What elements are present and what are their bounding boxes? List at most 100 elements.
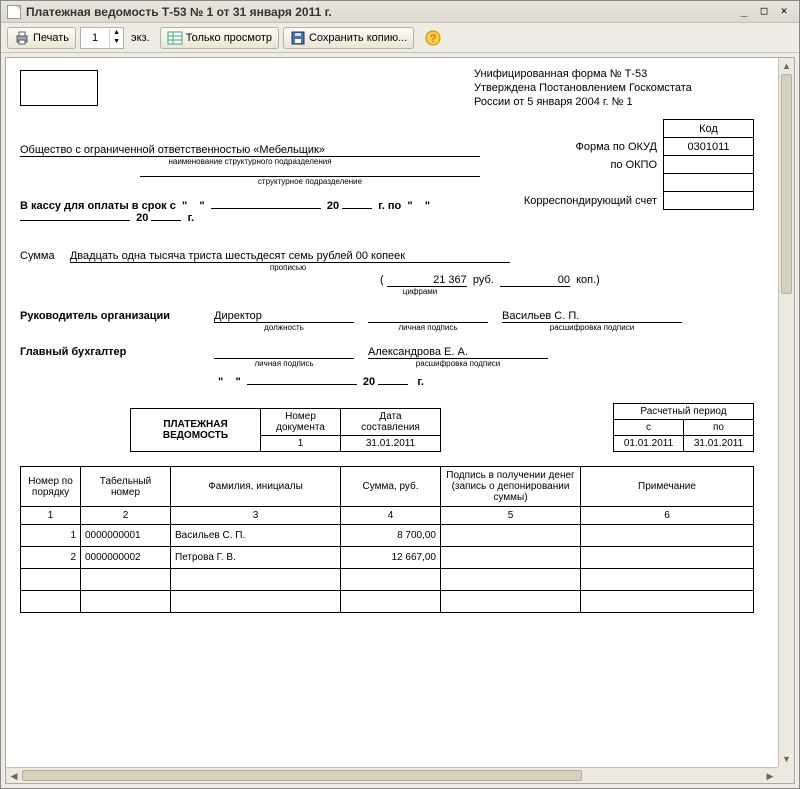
- cash-year1-20: 20: [327, 200, 339, 212]
- period-header: Расчетный период: [614, 404, 754, 420]
- sum-rub: руб.: [473, 274, 494, 286]
- period-from-label: с: [614, 420, 684, 436]
- vertical-scrollbar[interactable]: ▲ ▼: [778, 58, 794, 767]
- code-header: Код: [664, 120, 754, 138]
- subunit-caption: структурное подразделение: [140, 177, 480, 186]
- scroll-thumb-h[interactable]: [22, 770, 582, 781]
- save-copy-button[interactable]: Сохранить копию...: [283, 27, 414, 49]
- copies-input[interactable]: [81, 31, 109, 45]
- table-cell: [441, 547, 581, 569]
- table-cell: [441, 569, 581, 591]
- view-only-label: Только просмотр: [186, 32, 272, 44]
- table-cell: [21, 591, 81, 613]
- maximize-button[interactable]: □: [755, 4, 773, 20]
- organization-name: Общество с ограниченной ответственностью…: [20, 144, 480, 157]
- manager-row: Руководитель организации Директор должно…: [20, 310, 754, 332]
- table-row: 10000000001Васильев С. П.8 700,00: [21, 525, 754, 547]
- col-sum: Сумма, руб.: [341, 467, 441, 507]
- okud-label: Форма по ОКУД: [523, 138, 664, 156]
- horizontal-scrollbar[interactable]: ◀ ▶: [6, 767, 778, 783]
- print-icon: [14, 30, 30, 46]
- scroll-down-icon[interactable]: ▼: [779, 751, 794, 767]
- table-row: [21, 591, 754, 613]
- accountant-label: Главный бухгалтер: [20, 346, 200, 358]
- table-cell: [581, 525, 754, 547]
- sum-label: Сумма: [20, 250, 55, 262]
- doc-date-value: 31.01.2011: [341, 436, 441, 452]
- period-to: 31.01.2011: [684, 436, 754, 452]
- table-cell: [171, 591, 341, 613]
- table-cell: 2: [21, 547, 81, 569]
- table-cell: [581, 547, 754, 569]
- save-copy-label: Сохранить копию...: [309, 32, 407, 44]
- table-cell: [441, 591, 581, 613]
- blank-code-1: [664, 174, 754, 192]
- cash-year2-20: 20: [136, 212, 148, 224]
- cash-prefix: В кассу для оплаты в срок с: [20, 200, 176, 212]
- sum-block: Сумма Двадцать одна тысяча триста шестьд…: [20, 250, 754, 296]
- payroll-table: Номер по порядку Табельный номер Фамилия…: [20, 466, 754, 613]
- view-only-button[interactable]: Только просмотр: [160, 27, 279, 49]
- document-viewport[interactable]: Унифицированная форма № Т-53 Утверждена …: [5, 57, 795, 784]
- table-cell: [581, 569, 754, 591]
- corr-account-label: Корреспондирующий счет: [523, 192, 664, 210]
- table-cell: [21, 569, 81, 591]
- spinner-down-icon[interactable]: ▼: [109, 38, 123, 47]
- accountant-sign-caption: личная подпись: [214, 359, 354, 368]
- table-cell: [171, 569, 341, 591]
- table-cell: 12 667,00: [341, 547, 441, 569]
- okpo-value: [664, 156, 754, 174]
- scroll-left-icon[interactable]: ◀: [6, 768, 22, 783]
- table-cell: Петрова Г. В.: [171, 547, 341, 569]
- svg-text:?: ?: [430, 33, 436, 45]
- manager-label: Руководитель организации: [20, 310, 200, 322]
- copies-spinner[interactable]: ▲ ▼: [80, 27, 124, 49]
- toolbar: Печать ▲ ▼ экз. Только просмотр Сохранит…: [1, 23, 799, 53]
- col-tab: Табельный номер: [81, 467, 171, 507]
- minimize-button[interactable]: _: [735, 4, 753, 20]
- table-cell: [81, 569, 171, 591]
- scroll-thumb-v[interactable]: [781, 74, 792, 294]
- doc-title-1: ПЛАТЕЖНАЯ: [135, 419, 256, 430]
- table-cell: Васильев С. П.: [171, 525, 341, 547]
- period-from: 01.01.2011: [614, 436, 684, 452]
- table-cell: [341, 569, 441, 591]
- help-button[interactable]: ?: [418, 27, 451, 49]
- doc-num-label: Номер документа: [261, 409, 341, 436]
- table-cell: 8 700,00: [341, 525, 441, 547]
- doc-title-2: ВЕДОМОСТЬ: [135, 430, 256, 441]
- accountant-name: Александрова Е. А.: [368, 346, 548, 359]
- help-icon: ?: [425, 30, 441, 46]
- col-n: Номер по порядку: [21, 467, 81, 507]
- scroll-up-icon[interactable]: ▲: [779, 58, 794, 74]
- doc-num-value: 1: [261, 436, 341, 452]
- acc-year-20: 20: [363, 376, 375, 388]
- okud-value: 0301011: [664, 138, 754, 156]
- form-info-line2: Утверждена Постановлением Госкомстата: [474, 82, 754, 96]
- acc-year-suffix: г.: [417, 376, 424, 388]
- form-info-line3: России от 5 января 2004 г. № 1: [474, 96, 754, 110]
- manager-position: Директор: [214, 310, 354, 323]
- sum-kop: коп.): [576, 274, 600, 286]
- scroll-right-icon[interactable]: ▶: [762, 768, 778, 783]
- colnum-5: 5: [441, 507, 581, 525]
- table-cell: [581, 591, 754, 613]
- window-title: Платежная ведомость Т-53 № 1 от 31 январ…: [26, 5, 733, 19]
- corr-account-value: [664, 192, 754, 210]
- colnum-4: 4: [341, 507, 441, 525]
- close-button[interactable]: ✕: [775, 4, 793, 20]
- period-to-label: по: [684, 420, 754, 436]
- spinner-arrows[interactable]: ▲ ▼: [109, 29, 123, 47]
- sum-words-caption: прописью: [68, 263, 508, 272]
- table-cell: 0000000002: [81, 547, 171, 569]
- colnum-3: 3: [171, 507, 341, 525]
- spinner-up-icon[interactable]: ▲: [109, 29, 123, 38]
- doc-title-row: ПЛАТЕЖНАЯ ВЕДОМОСТЬ Номер документа Дата…: [20, 403, 754, 452]
- logo-placeholder: [20, 70, 98, 106]
- print-button[interactable]: Печать: [7, 27, 76, 49]
- org-subcaption: наименование структурного подразделения: [20, 157, 480, 166]
- doc-title-table: ПЛАТЕЖНАЯ ВЕДОМОСТЬ Номер документа Дата…: [130, 408, 441, 452]
- diskette-icon: [290, 30, 306, 46]
- copies-suffix: экз.: [128, 32, 156, 44]
- colnum-2: 2: [81, 507, 171, 525]
